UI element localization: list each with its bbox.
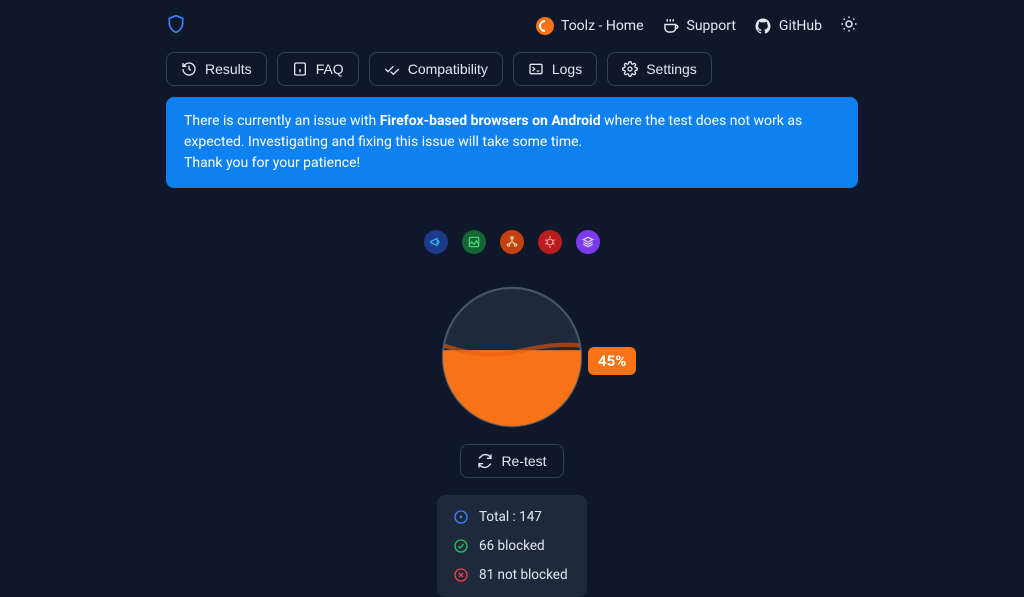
tab-compatibility-label: Compatibility bbox=[408, 61, 488, 77]
sun-icon bbox=[840, 15, 858, 33]
nav-support[interactable]: Support bbox=[662, 17, 736, 35]
megaphone-icon bbox=[429, 235, 443, 249]
retest-button[interactable]: Re-test bbox=[460, 444, 563, 478]
result-gauge bbox=[440, 285, 584, 429]
tab-logs-label: Logs bbox=[552, 61, 582, 77]
refresh-icon bbox=[477, 453, 493, 469]
tab-bar: Results FAQ Compatibility Logs Settings bbox=[166, 52, 858, 97]
stat-blocked-label: 66 blocked bbox=[479, 538, 545, 554]
circle-dot-icon bbox=[453, 509, 469, 525]
x-circle-icon bbox=[453, 567, 469, 583]
alert-line2: Thank you for your patience! bbox=[184, 155, 360, 171]
terminal-icon bbox=[528, 61, 544, 77]
tab-compatibility[interactable]: Compatibility bbox=[369, 52, 503, 86]
share-icon bbox=[505, 235, 519, 249]
nav-home[interactable]: Toolz - Home bbox=[536, 17, 643, 35]
nav-github[interactable]: GitHub bbox=[754, 17, 822, 35]
nav-github-label: GitHub bbox=[779, 18, 822, 34]
layers-icon bbox=[581, 235, 595, 249]
percent-badge: 45% bbox=[588, 347, 636, 375]
stat-total: Total : 147 bbox=[453, 509, 571, 525]
nav-support-label: Support bbox=[687, 18, 736, 34]
category-analytics[interactable] bbox=[462, 230, 486, 254]
category-malware[interactable] bbox=[538, 230, 562, 254]
category-social[interactable] bbox=[500, 230, 524, 254]
coffee-icon bbox=[662, 17, 680, 35]
warning-banner: There is currently an issue with Firefox… bbox=[166, 97, 858, 188]
info-icon bbox=[292, 61, 308, 77]
retest-label: Re-test bbox=[501, 453, 546, 469]
nav-home-label: Toolz - Home bbox=[561, 18, 643, 34]
stat-notblocked-label: 81 not blocked bbox=[479, 567, 568, 583]
tab-logs[interactable]: Logs bbox=[513, 52, 597, 86]
category-other[interactable] bbox=[576, 230, 600, 254]
check-circle-icon bbox=[453, 538, 469, 554]
shield-logo-icon[interactable] bbox=[166, 14, 186, 38]
stat-total-label: Total : 147 bbox=[479, 509, 542, 525]
category-ads[interactable] bbox=[424, 230, 448, 254]
stat-notblocked: 81 not blocked bbox=[453, 567, 571, 583]
toolz-badge-icon bbox=[536, 17, 554, 35]
bug-icon bbox=[543, 235, 557, 249]
gear-icon bbox=[622, 61, 638, 77]
github-icon bbox=[754, 17, 772, 35]
image-icon bbox=[467, 235, 481, 249]
history-icon bbox=[181, 61, 197, 77]
tab-settings-label: Settings bbox=[646, 61, 697, 77]
tab-faq[interactable]: FAQ bbox=[277, 52, 359, 86]
tab-faq-label: FAQ bbox=[316, 61, 344, 77]
checks-icon bbox=[384, 61, 400, 77]
alert-bold: Firefox-based browsers on Android bbox=[380, 113, 601, 129]
alert-pre: There is currently an issue with bbox=[184, 113, 380, 129]
tab-results-label: Results bbox=[205, 61, 252, 77]
category-filter-row bbox=[166, 230, 858, 254]
tab-results[interactable]: Results bbox=[166, 52, 267, 86]
tab-settings[interactable]: Settings bbox=[607, 52, 712, 86]
stats-panel: Total : 147 66 blocked 81 not blocked bbox=[437, 495, 587, 597]
stat-blocked: 66 blocked bbox=[453, 538, 571, 554]
theme-toggle[interactable] bbox=[840, 15, 858, 37]
